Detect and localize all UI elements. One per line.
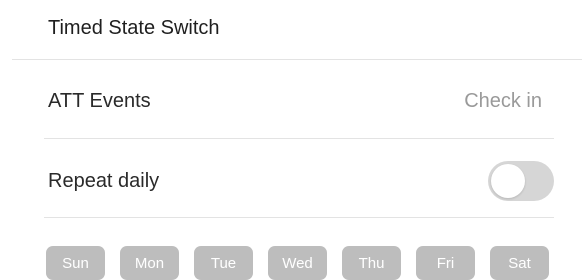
row-divider-att <box>44 138 554 139</box>
header-divider <box>12 59 582 60</box>
day-chip-mon[interactable]: Mon <box>120 246 179 280</box>
day-chip-sun[interactable]: Sun <box>46 246 105 280</box>
att-events-row[interactable]: ATT Events Check in <box>0 62 582 140</box>
page-title-row: Timed State Switch <box>0 0 582 56</box>
page-title: Timed State Switch <box>48 16 220 39</box>
day-chip-wed[interactable]: Wed <box>268 246 327 280</box>
repeat-daily-toggle[interactable] <box>488 161 554 201</box>
day-chip-sat[interactable]: Sat <box>490 246 549 280</box>
day-chip-fri[interactable]: Fri <box>416 246 475 280</box>
toggle-knob <box>491 164 525 198</box>
day-chip-tue[interactable]: Tue <box>194 246 253 280</box>
repeat-daily-row: Repeat daily <box>0 142 582 220</box>
att-events-label: ATT Events <box>48 89 151 112</box>
att-events-value: Check in <box>464 89 542 112</box>
repeat-daily-label: Repeat daily <box>48 169 160 192</box>
row-divider-repeat <box>44 217 554 218</box>
weekday-selector: Sun Mon Tue Wed Thu Fri Sat <box>46 246 549 280</box>
day-chip-thu[interactable]: Thu <box>342 246 401 280</box>
